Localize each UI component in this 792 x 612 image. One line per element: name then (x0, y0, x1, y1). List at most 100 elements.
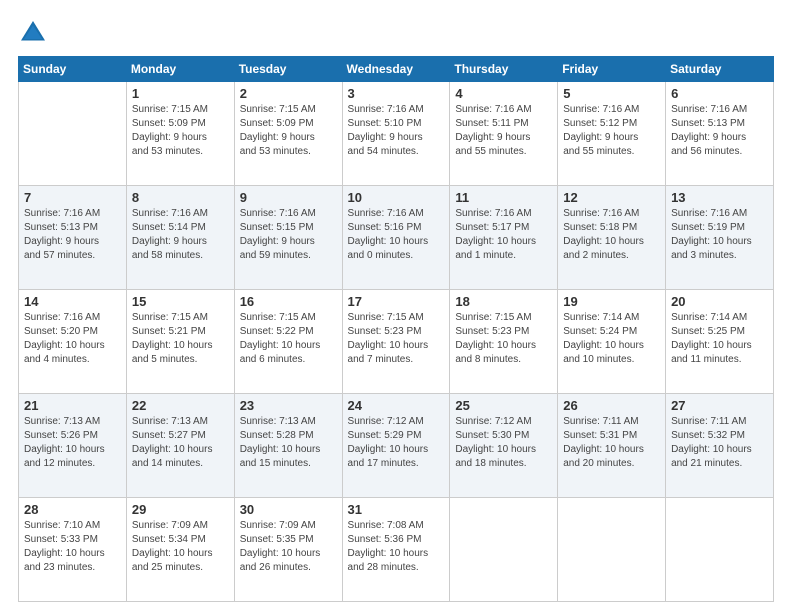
day-number: 18 (455, 294, 552, 309)
day-number: 25 (455, 398, 552, 413)
calendar-cell: 16 Sunrise: 7:15 AM Sunset: 5:22 PM Dayli… (234, 290, 342, 394)
calendar-week-row: 28 Sunrise: 7:10 AM Sunset: 5:33 PM Dayli… (19, 498, 774, 602)
cell-info: Sunrise: 7:15 AM Sunset: 5:21 PM Dayligh… (132, 311, 229, 367)
day-number: 16 (240, 294, 337, 309)
day-number: 30 (240, 502, 337, 517)
cell-info: Sunrise: 7:16 AM Sunset: 5:19 PM Dayligh… (671, 207, 768, 263)
calendar-cell: 20Sunrise: 7:14 AM Sunset: 5:25 PM Dayli… (666, 290, 774, 394)
cell-info: Sunrise: 7:16 AM Sunset: 5:11 PM Dayligh… (455, 103, 552, 159)
calendar-header-thursday: Thursday (450, 57, 558, 82)
day-number: 28 (24, 502, 121, 517)
day-number: 23 (240, 398, 337, 413)
calendar-cell: 1 Sunrise: 7:15 AM Sunset: 5:09 PM Daylig… (126, 82, 234, 186)
day-number: 17 (348, 294, 445, 309)
day-number: 15 (132, 294, 229, 309)
cell-info: Sunrise: 7:16 AM Sunset: 5:12 PM Dayligh… (563, 103, 660, 159)
calendar-table: SundayMondayTuesdayWednesdayThursdayFrid… (18, 56, 774, 602)
calendar-header-friday: Friday (558, 57, 666, 82)
calendar-cell: 2 Sunrise: 7:15 AM Sunset: 5:09 PM Daylig… (234, 82, 342, 186)
day-number: 2 (240, 86, 337, 101)
calendar-cell: 19Sunrise: 7:14 AM Sunset: 5:24 PM Dayli… (558, 290, 666, 394)
cell-info: Sunrise: 7:15 AM Sunset: 5:09 PM Dayligh… (240, 103, 337, 159)
calendar-cell: 25Sunrise: 7:12 AM Sunset: 5:30 PM Dayli… (450, 394, 558, 498)
day-number: 29 (132, 502, 229, 517)
calendar-cell: 8 Sunrise: 7:16 AM Sunset: 5:14 PM Daylig… (126, 186, 234, 290)
calendar-cell: 18Sunrise: 7:15 AM Sunset: 5:23 PM Dayli… (450, 290, 558, 394)
cell-info: Sunrise: 7:16 AM Sunset: 5:16 PM Dayligh… (348, 207, 445, 263)
calendar-cell: 23 Sunrise: 7:13 AM Sunset: 5:28 PM Dayli… (234, 394, 342, 498)
calendar-cell: 17 Sunrise: 7:15 AM Sunset: 5:23 PM Dayli… (342, 290, 450, 394)
calendar-cell: 9 Sunrise: 7:16 AM Sunset: 5:15 PM Daylig… (234, 186, 342, 290)
day-number: 3 (348, 86, 445, 101)
day-number: 11 (455, 190, 552, 205)
calendar-cell: 24 Sunrise: 7:12 AM Sunset: 5:29 PM Dayli… (342, 394, 450, 498)
day-number: 20 (671, 294, 768, 309)
day-number: 12 (563, 190, 660, 205)
calendar-cell (666, 498, 774, 602)
day-number: 24 (348, 398, 445, 413)
cell-info: Sunrise: 7:16 AM Sunset: 5:20 PM Dayligh… (24, 311, 121, 367)
day-number: 7 (24, 190, 121, 205)
cell-info: Sunrise: 7:16 AM Sunset: 5:18 PM Dayligh… (563, 207, 660, 263)
calendar-week-row: 21Sunrise: 7:13 AM Sunset: 5:26 PM Dayli… (19, 394, 774, 498)
calendar-week-row: 1 Sunrise: 7:15 AM Sunset: 5:09 PM Daylig… (19, 82, 774, 186)
cell-info: Sunrise: 7:16 AM Sunset: 5:13 PM Dayligh… (24, 207, 121, 263)
page: SundayMondayTuesdayWednesdayThursdayFrid… (0, 0, 792, 612)
calendar-cell: 5 Sunrise: 7:16 AM Sunset: 5:12 PM Daylig… (558, 82, 666, 186)
cell-info: Sunrise: 7:13 AM Sunset: 5:27 PM Dayligh… (132, 415, 229, 471)
calendar-cell: 21Sunrise: 7:13 AM Sunset: 5:26 PM Dayli… (19, 394, 127, 498)
day-number: 21 (24, 398, 121, 413)
calendar-cell: 3 Sunrise: 7:16 AM Sunset: 5:10 PM Daylig… (342, 82, 450, 186)
calendar-header-row: SundayMondayTuesdayWednesdayThursdayFrid… (19, 57, 774, 82)
day-number: 10 (348, 190, 445, 205)
day-number: 6 (671, 86, 768, 101)
cell-info: Sunrise: 7:16 AM Sunset: 5:13 PM Dayligh… (671, 103, 768, 159)
calendar-header-wednesday: Wednesday (342, 57, 450, 82)
calendar-cell: 10 Sunrise: 7:16 AM Sunset: 5:16 PM Dayli… (342, 186, 450, 290)
cell-info: Sunrise: 7:15 AM Sunset: 5:23 PM Dayligh… (348, 311, 445, 367)
cell-info: Sunrise: 7:15 AM Sunset: 5:22 PM Dayligh… (240, 311, 337, 367)
day-number: 27 (671, 398, 768, 413)
day-number: 1 (132, 86, 229, 101)
day-number: 13 (671, 190, 768, 205)
day-number: 4 (455, 86, 552, 101)
calendar-week-row: 14 Sunrise: 7:16 AM Sunset: 5:20 PM Dayli… (19, 290, 774, 394)
calendar-cell: 7 Sunrise: 7:16 AM Sunset: 5:13 PM Daylig… (19, 186, 127, 290)
day-number: 5 (563, 86, 660, 101)
calendar-cell: 26Sunrise: 7:11 AM Sunset: 5:31 PM Dayli… (558, 394, 666, 498)
cell-info: Sunrise: 7:15 AM Sunset: 5:09 PM Dayligh… (132, 103, 229, 159)
day-number: 14 (24, 294, 121, 309)
day-number: 9 (240, 190, 337, 205)
calendar-cell (558, 498, 666, 602)
calendar-cell (19, 82, 127, 186)
cell-info: Sunrise: 7:16 AM Sunset: 5:10 PM Dayligh… (348, 103, 445, 159)
cell-info: Sunrise: 7:12 AM Sunset: 5:29 PM Dayligh… (348, 415, 445, 471)
cell-info: Sunrise: 7:16 AM Sunset: 5:14 PM Dayligh… (132, 207, 229, 263)
cell-info: Sunrise: 7:08 AM Sunset: 5:36 PM Dayligh… (348, 519, 445, 575)
logo-icon (18, 18, 48, 48)
cell-info: Sunrise: 7:10 AM Sunset: 5:33 PM Dayligh… (24, 519, 121, 575)
calendar-header-saturday: Saturday (666, 57, 774, 82)
logo (18, 18, 52, 48)
calendar-cell: 28 Sunrise: 7:10 AM Sunset: 5:33 PM Dayli… (19, 498, 127, 602)
calendar-header-monday: Monday (126, 57, 234, 82)
calendar-cell: 11Sunrise: 7:16 AM Sunset: 5:17 PM Dayli… (450, 186, 558, 290)
calendar-cell: 30 Sunrise: 7:09 AM Sunset: 5:35 PM Dayli… (234, 498, 342, 602)
day-number: 22 (132, 398, 229, 413)
calendar-cell: 29Sunrise: 7:09 AM Sunset: 5:34 PM Dayli… (126, 498, 234, 602)
calendar-cell: 22 Sunrise: 7:13 AM Sunset: 5:27 PM Dayli… (126, 394, 234, 498)
day-number: 8 (132, 190, 229, 205)
day-number: 19 (563, 294, 660, 309)
calendar-cell: 12 Sunrise: 7:16 AM Sunset: 5:18 PM Dayli… (558, 186, 666, 290)
calendar-cell: 13 Sunrise: 7:16 AM Sunset: 5:19 PM Dayli… (666, 186, 774, 290)
calendar-cell: 15 Sunrise: 7:15 AM Sunset: 5:21 PM Dayli… (126, 290, 234, 394)
calendar-header-sunday: Sunday (19, 57, 127, 82)
calendar-cell: 27Sunrise: 7:11 AM Sunset: 5:32 PM Dayli… (666, 394, 774, 498)
calendar-week-row: 7 Sunrise: 7:16 AM Sunset: 5:13 PM Daylig… (19, 186, 774, 290)
header (18, 18, 774, 48)
cell-info: Sunrise: 7:16 AM Sunset: 5:15 PM Dayligh… (240, 207, 337, 263)
calendar-cell (450, 498, 558, 602)
cell-info: Sunrise: 7:09 AM Sunset: 5:35 PM Dayligh… (240, 519, 337, 575)
cell-info: Sunrise: 7:11 AM Sunset: 5:31 PM Dayligh… (563, 415, 660, 471)
cell-info: Sunrise: 7:13 AM Sunset: 5:28 PM Dayligh… (240, 415, 337, 471)
